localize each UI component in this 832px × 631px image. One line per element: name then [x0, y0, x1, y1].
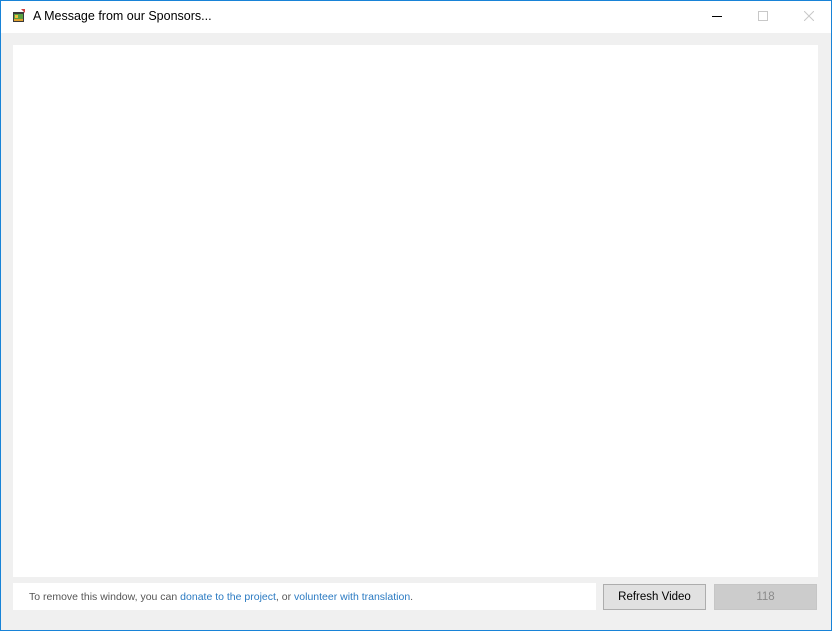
sponsor-window: A Message from our Sponsors... To remove… — [0, 0, 832, 631]
maximize-button[interactable] — [740, 1, 786, 32]
footer-message: To remove this window, you can donate to… — [13, 583, 596, 610]
title-bar[interactable]: A Message from our Sponsors... — [1, 1, 831, 33]
footer-text-middle: , or — [275, 591, 295, 603]
minimize-button[interactable] — [694, 1, 740, 32]
app-film-icon — [12, 9, 26, 23]
donate-link[interactable]: donate to the project — [180, 591, 276, 603]
maximize-icon — [758, 8, 768, 26]
video-content-area[interactable] — [13, 45, 818, 577]
close-icon — [803, 8, 815, 26]
minimize-icon — [712, 8, 722, 26]
footer-text-after: . — [410, 591, 414, 603]
footer-text-before: To remove this window, you can — [29, 591, 181, 603]
close-button[interactable] — [786, 1, 832, 32]
countdown-close-button[interactable]: 118 — [714, 584, 817, 610]
volunteer-link[interactable]: volunteer with translation — [294, 591, 410, 603]
refresh-video-button[interactable]: Refresh Video — [603, 584, 706, 610]
window-title: A Message from our Sponsors... — [33, 9, 212, 23]
